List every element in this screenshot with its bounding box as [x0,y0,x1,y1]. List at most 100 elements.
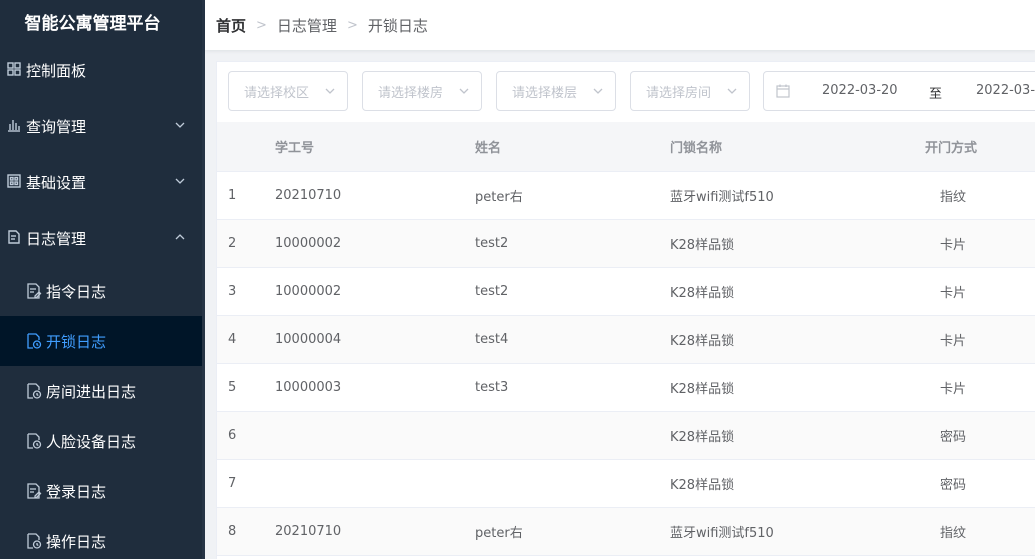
calendar-icon [776,84,790,98]
sidebar-item-login-log[interactable]: 登录日志 [0,466,205,516]
row-index: 6 [228,428,237,443]
cell-id: 20210710 [275,524,342,539]
sidebar-item-label: 人脸设备日志 [46,432,137,451]
cell-id: 20210710 [275,188,342,203]
breadcrumb-separator-icon: > [256,17,267,33]
campus-select[interactable]: 请选择校区 [228,71,348,111]
breadcrumb-separator-icon: > [346,17,358,33]
table-row[interactable]: 2 10000002 test2 K28样品锁 卡片 [217,220,1035,268]
table-row[interactable]: 4 10000004 test4 K28样品锁 卡片 [217,316,1035,364]
grid-icon [7,174,21,188]
sidebar-item-logs[interactable]: 日志管理 [0,210,205,266]
chart-icon [8,120,20,132]
cell-name: test2 [475,284,509,299]
cell-lock: 蓝牙wifi测试f510 [670,526,774,541]
sidebar-item-query[interactable]: 查询管理 [0,98,205,154]
doc-clock-icon [27,433,42,449]
cell-method: 密码 [939,430,966,445]
doc-edit-icon [27,483,42,499]
room-select[interactable]: 请选择房间 [630,71,750,111]
cell-name: test4 [475,332,509,347]
doc-edit-icon [27,283,42,299]
table-row[interactable]: 8 20210710 peter右 蓝牙wifi测试f510 指纹 [217,508,1035,556]
floor-select-placeholder: 请选择楼层 [512,85,578,101]
row-index: 3 [228,284,237,299]
chevron-up-icon [175,234,185,240]
breadcrumb-current: 开锁日志 [367,16,428,35]
chevron-down-icon [459,88,469,94]
table-row[interactable]: 5 10000003 test3 K28样品锁 卡片 [217,364,1035,412]
dashboard-icon [7,62,21,76]
sidebar-item-unlock-log[interactable]: 开锁日志 [0,316,205,366]
chevron-down-icon [325,88,335,94]
table-row[interactable]: 1 20210710 peter右 蓝牙wifi测试f510 指纹 [217,172,1035,220]
table-row[interactable]: 3 10000002 test2 K28样品锁 卡片 [217,268,1035,316]
row-index: 7 [228,476,237,491]
room-select-placeholder: 请选择房间 [646,85,712,101]
sidebar-item-label: 查询管理 [26,117,87,136]
date-start-input[interactable]: 2022-03-20 [822,83,898,98]
cell-name: peter右 [475,190,523,205]
logs-submenu: 指令日志 开锁日志 房间进出日志 人脸设备日志 登录日志 操作日志 [0,266,205,559]
date-range-separator: 至 [929,87,943,102]
filter-bar: 请选择校区 请选择楼房 请选择楼层 请选择房间 2022-03-20 至 202… [217,62,1035,122]
sidebar-item-command-log[interactable]: 指令日志 [0,266,205,316]
cell-lock: 蓝牙wifi测试f510 [670,190,774,205]
sidebar-item-settings[interactable]: 基础设置 [0,154,205,210]
cell-method: 卡片 [939,334,966,349]
cell-method: 指纹 [939,526,966,541]
breadcrumb: 首页 > 日志管理 > 开锁日志 [205,0,1035,50]
building-select[interactable]: 请选择楼房 [362,71,482,111]
cell-id: 10000004 [275,332,342,347]
sidebar-item-label: 登录日志 [46,482,107,501]
cell-lock: K28样品锁 [670,286,735,301]
row-index: 4 [228,332,237,347]
floor-select[interactable]: 请选择楼层 [496,71,616,111]
cell-id: 10000002 [275,236,342,251]
chevron-down-icon [593,88,603,94]
cell-name: peter右 [475,526,523,541]
log-icon [8,230,20,244]
sidebar-item-label: 日志管理 [26,229,87,248]
app-title: 智能公寓管理平台 [24,13,161,34]
cell-method: 指纹 [939,190,966,205]
table-row[interactable]: 7 K28样品锁 密码 [217,460,1035,508]
unlock-log-table: 学工号 姓名 门锁名称 开门方式 1 20210710 peter右 蓝牙wifi测试… [217,122,1035,556]
breadcrumb-home[interactable]: 首页 [216,15,246,36]
row-index: 2 [228,236,237,251]
sidebar-item-dashboard[interactable]: 控制面板 [0,42,205,98]
row-index: 1 [228,188,237,203]
cell-method: 卡片 [939,382,966,397]
sidebar-item-label: 基础设置 [26,173,87,192]
sidebar-item-label: 房间进出日志 [46,382,137,401]
building-select-placeholder: 请选择楼房 [378,85,444,101]
cell-method: 卡片 [939,238,966,253]
sidebar: 智能公寓管理平台 控制面板 查询管理 基础设置 日志管理 指令日志 开锁日志 房… [0,0,205,559]
header-method: 开门方式 [925,141,978,156]
sidebar-item-label: 控制面板 [26,61,87,80]
cell-lock: K28样品锁 [670,430,735,445]
doc-clock-icon [27,383,42,399]
cell-lock: K28样品锁 [670,382,735,397]
table-body: 1 20210710 peter右 蓝牙wifi测试f510 指纹 2 10000002 te… [217,172,1035,556]
cell-method: 密码 [939,478,966,493]
sidebar-item-room-access-log[interactable]: 房间进出日志 [0,366,205,416]
breadcrumb-logs: 日志管理 [276,16,337,35]
sidebar-scrollbar[interactable] [202,0,205,559]
header-lock: 门锁名称 [670,141,723,156]
cell-id: 10000002 [275,284,342,299]
header-id: 学工号 [275,141,315,156]
table-row[interactable]: 6 K28样品锁 密码 [217,412,1035,460]
chevron-down-icon [175,178,185,184]
table-header: 学工号 姓名 门锁名称 开门方式 [217,122,1035,172]
sidebar-item-face-device-log[interactable]: 人脸设备日志 [0,416,205,466]
sidebar-item-operation-log[interactable]: 操作日志 [0,516,205,559]
cell-lock: K28样品锁 [670,334,735,349]
cell-name: test2 [475,236,509,251]
date-range-picker[interactable]: 2022-03-20 至 2022-03- [763,71,1035,111]
cell-lock: K28样品锁 [670,478,735,493]
cell-name: test3 [475,380,509,395]
doc-clock-icon [27,533,42,549]
date-end-input[interactable]: 2022-03- [976,83,1035,98]
sidebar-item-label: 开锁日志 [46,332,107,351]
